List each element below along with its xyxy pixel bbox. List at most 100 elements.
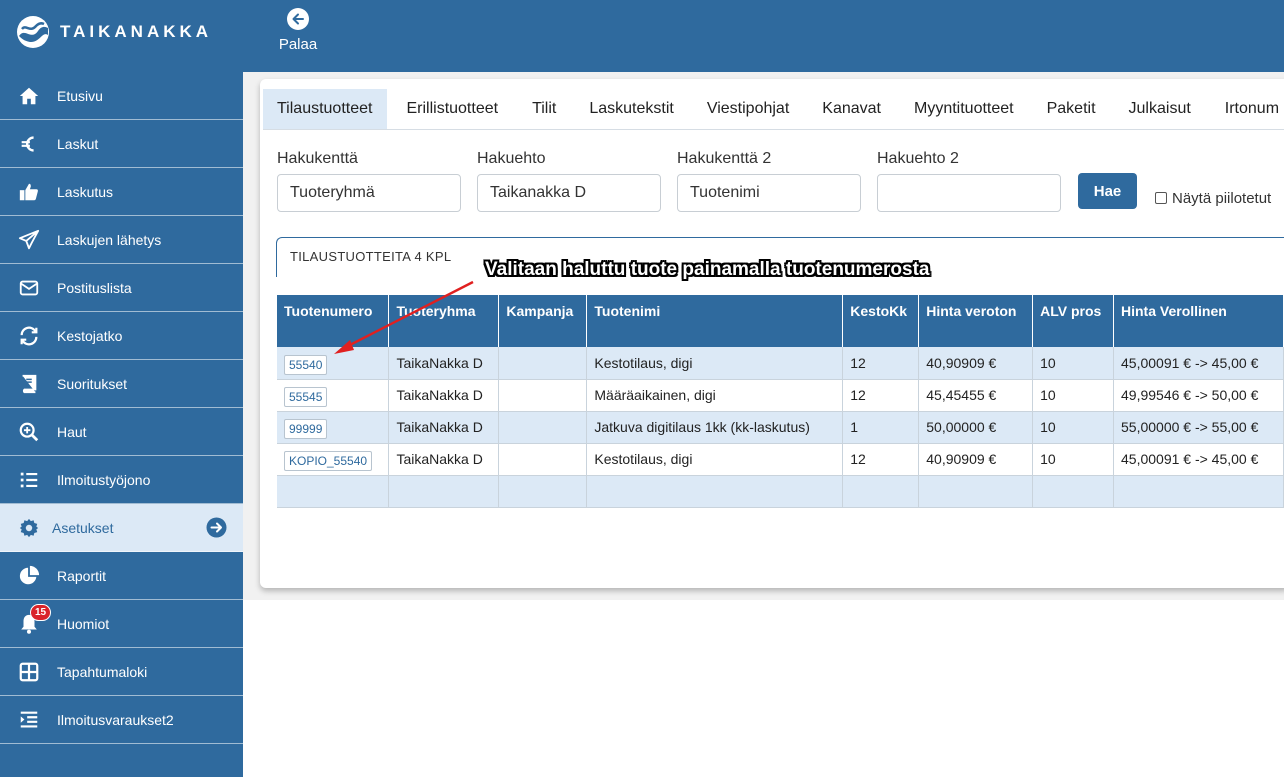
table-cell [1113, 475, 1284, 508]
table-cell: 55545 [277, 379, 390, 412]
sidebar-item-tapahtumaloki[interactable]: Tapahtumaloki [0, 648, 243, 696]
back-button[interactable]: Palaa [272, 8, 324, 53]
search-condition-1-input[interactable]: Taikanakka D [477, 174, 661, 212]
sidebar-item-label: Huomiot [57, 615, 110, 632]
search-field-1-input[interactable]: Tuoteryhmä [277, 174, 461, 212]
show-hidden-label: Näytä piilotetut [1172, 190, 1272, 207]
sidebar-item-asetukset[interactable]: Asetukset [0, 504, 243, 552]
envelope-icon [0, 277, 57, 299]
sidebar-item-ilmoitustyojono[interactable]: Ilmoitustyöjono [0, 456, 243, 504]
sidebar-item-suoritukset[interactable]: Suoritukset [0, 360, 243, 408]
annotation-arrow-icon [334, 280, 474, 354]
table-cell: 12 [842, 379, 920, 412]
table-cell: 1 [842, 411, 920, 444]
notification-badge: 15 [30, 604, 51, 621]
table-cell: Määräaikainen, digi [586, 379, 844, 412]
gear-icon [0, 517, 57, 539]
table-row: 55545 TaikaNakka D Määräaikainen, digi 1… [277, 379, 1284, 412]
table-cell: 10 [1032, 379, 1114, 412]
table-cell: 12 [842, 443, 920, 476]
back-label: Palaa [278, 36, 318, 53]
tab-laskutekstit[interactable]: Laskutekstit [589, 89, 673, 129]
table-cell: 45,00091 € -> 45,00 € [1113, 443, 1284, 476]
table-cell: TaikaNakka D [388, 411, 500, 444]
tab-paketit[interactable]: Paketit [1047, 89, 1096, 129]
tab-tilit[interactable]: Tilit [532, 89, 556, 129]
product-number-link[interactable]: 99999 [284, 419, 328, 439]
sidebar-item-label: Etusivu [57, 87, 103, 104]
product-number-link[interactable]: 55540 [284, 354, 328, 375]
paper-plane-icon [0, 229, 57, 251]
tab-julkaisut[interactable]: Julkaisut [1129, 89, 1191, 129]
thumbs-up-icon [0, 181, 57, 203]
tab-erillistuotteet[interactable]: Erillistuotteet [406, 89, 498, 129]
tab-viestipohjat[interactable]: Viestipohjat [707, 89, 789, 129]
column-header-alv-pros[interactable]: ALV pros [1032, 295, 1114, 347]
table-cell [277, 475, 390, 508]
sidebar-item-label: Laskutus [57, 183, 114, 200]
sidebar-item-huomiot[interactable]: 15 Huomiot [0, 600, 243, 648]
table-cell: 40,90909 € [918, 443, 1034, 476]
field2-label: Hakukenttä 2 [677, 150, 772, 167]
pie-chart-icon [0, 565, 57, 587]
sidebar-item-label: Haut [57, 423, 87, 440]
table-cell: TaikaNakka D [388, 379, 500, 412]
product-number-link[interactable]: KOPIO_55540 [284, 451, 373, 471]
table-cell: TaikaNakka D [388, 443, 500, 476]
table-cell: 10 [1032, 443, 1114, 476]
tab-bar: Tilaustuotteet Erillistuotteet Tilit Las… [263, 89, 1279, 129]
search-plus-icon [0, 421, 57, 443]
arrow-right-circle-icon [206, 517, 227, 538]
table-row: 99999 TaikaNakka D Jatkuva digitilaus 1k… [277, 411, 1284, 444]
table-cell: 10 [1032, 347, 1114, 380]
column-header-kampanja[interactable]: Kampanja [498, 295, 588, 347]
tab-kanavat[interactable]: Kanavat [822, 89, 881, 129]
table-cell: 12 [842, 347, 920, 380]
tab-tilaustuotteet[interactable]: Tilaustuotteet [263, 89, 388, 129]
indent-list-icon [0, 709, 57, 731]
search-field-2-input[interactable]: Tuotenimi [677, 174, 861, 212]
table-cell: 45,00091 € -> 45,00 € [1113, 347, 1284, 380]
sync-icon [0, 325, 57, 347]
sidebar-item-postituslista[interactable]: Postituslista [0, 264, 243, 312]
column-header-tuotenimi[interactable]: Tuotenimi [586, 295, 844, 347]
sidebar-item-ilmoitusvaraukset2[interactable]: Ilmoitusvaraukset2 [0, 696, 243, 744]
sidebar-item-label: Postituslista [57, 279, 132, 296]
column-header-kestokk[interactable]: KestoKk [842, 295, 920, 347]
tutorial-annotation-text: Valitaan haluttu tuote painamalla tuoten… [485, 259, 930, 280]
sidebar-item-laskutus[interactable]: Laskutus [0, 168, 243, 216]
cond2-label: Hakuehto 2 [877, 150, 959, 167]
tab-underline [263, 129, 1284, 130]
product-number-link[interactable]: 55545 [284, 387, 328, 407]
table-cell [586, 475, 844, 508]
euro-icon [0, 133, 57, 155]
column-header-hinta-veroton[interactable]: Hinta veroton [918, 295, 1034, 347]
table-cell [842, 475, 920, 508]
tab-myyntituotteet[interactable]: Myyntituotteet [914, 89, 1014, 129]
sidebar-item-label: Raportit [57, 567, 107, 584]
show-hidden-checkbox[interactable] [1155, 192, 1167, 204]
table-cell: 49,99546 € -> 50,00 € [1113, 379, 1284, 412]
sidebar: Etusivu Laskut Laskutus Laskujen lähetys… [0, 72, 243, 777]
sidebar-item-laskujen-lahetys[interactable]: Laskujen lähetys [0, 216, 243, 264]
table-cell [498, 475, 588, 508]
sidebar-item-kestojatko[interactable]: Kestojatko [0, 312, 243, 360]
table-cell [388, 475, 500, 508]
table-cell: 40,90909 € [918, 347, 1034, 380]
column-header-hinta-verollinen[interactable]: Hinta Verollinen [1113, 295, 1284, 347]
search-button[interactable]: Hae [1078, 173, 1137, 209]
search-condition-2-input[interactable] [877, 174, 1061, 212]
results-count-title: TILAUSTUOTTEITA 4 KPL [290, 249, 452, 264]
sidebar-item-etusivu[interactable]: Etusivu [0, 72, 243, 120]
sidebar-item-label: Kestojatko [57, 327, 123, 344]
sidebar-item-haut[interactable]: Haut [0, 408, 243, 456]
sidebar-item-laskut[interactable]: Laskut [0, 120, 243, 168]
table-cell [498, 379, 588, 412]
brand-logo[interactable]: TAIKANAKKA [16, 12, 212, 52]
top-bar: TAIKANAKKA Palaa [0, 0, 1284, 72]
tab-irtonum[interactable]: Irtonum [1225, 89, 1279, 129]
sidebar-item-raportit[interactable]: Raportit [0, 552, 243, 600]
table-row: KOPIO_55540 TaikaNakka D Kestotilaus, di… [277, 443, 1284, 476]
table-cell [1032, 475, 1114, 508]
list-icon [0, 469, 57, 491]
